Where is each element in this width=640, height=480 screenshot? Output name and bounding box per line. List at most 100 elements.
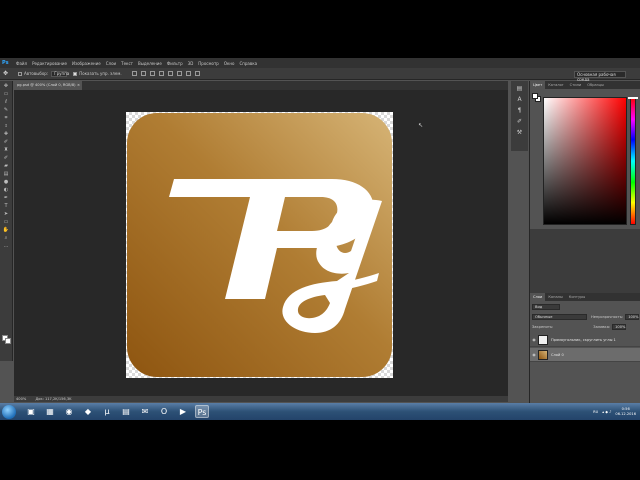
align-top-icon[interactable] <box>131 71 137 76</box>
menu-image[interactable]: Изображение <box>72 61 101 66</box>
folder-icon[interactable]: ▤ <box>119 405 133 418</box>
media-icon[interactable]: ▶ <box>176 405 190 418</box>
opacity-value[interactable]: 100% <box>625 314 640 320</box>
menu-bar: Ps Файл Редактирование Изображение Слои … <box>0 58 640 68</box>
stamp-tool-icon[interactable]: ♜ <box>3 147 10 153</box>
document-canvas[interactable] <box>126 112 393 378</box>
chrome-icon[interactable]: ◉ <box>62 405 76 418</box>
pg-monogram-graphic <box>169 179 382 333</box>
fill-value[interactable]: 100% <box>612 324 627 330</box>
history-panel-icon[interactable]: ▤ <box>516 85 524 92</box>
tray-icons[interactable]: ▴ ◆ ♪ <box>602 410 611 414</box>
hue-slider[interactable] <box>630 97 636 225</box>
autoselect-target-select[interactable]: Группа <box>51 70 69 77</box>
eye-icon[interactable]: ◉ <box>530 337 538 342</box>
distribute-icon[interactable] <box>185 71 191 76</box>
menu-edit[interactable]: Редактирование <box>32 61 67 66</box>
transform-controls-checkbox[interactable] <box>73 71 78 76</box>
menu-3d[interactable]: 3D <box>188 61 194 66</box>
eye-icon[interactable]: ◉ <box>530 352 538 357</box>
document-tab[interactable]: pg.psd @ 400% (Слой 0, RGB/8) × <box>14 81 82 90</box>
color-panel-tabs: Цвет Каталог Стили Образцы <box>530 81 640 89</box>
layer-name: Прямоугольник, скруглить углы 1 <box>551 337 616 342</box>
brush-tool-icon[interactable]: ✐ <box>3 139 10 145</box>
menu-filter[interactable]: Фильтр <box>167 61 183 66</box>
start-button[interactable] <box>2 404 16 419</box>
menu-layers[interactable]: Слои <box>106 61 116 66</box>
language-indicator[interactable]: RU <box>593 410 598 414</box>
dodge-tool-icon[interactable]: ◐ <box>3 187 10 193</box>
distribute-h-icon[interactable] <box>194 71 200 76</box>
app-icon[interactable]: ◆ <box>81 405 95 418</box>
menu-view[interactable]: Просмотр <box>198 61 219 66</box>
blend-mode-select[interactable]: Обычные <box>532 314 587 320</box>
autoselect-checkbox[interactable] <box>18 71 22 76</box>
mouse-cursor-icon: ↖ <box>418 122 424 129</box>
close-icon[interactable]: × <box>77 81 80 90</box>
fg-bg-swatches[interactable] <box>532 93 542 103</box>
opacity-label: Непрозрачность: <box>591 315 624 319</box>
hue-slider-thumb[interactable] <box>628 97 638 99</box>
history-brush-tool-icon[interactable]: ✐ <box>3 155 10 161</box>
zoom-tool-icon[interactable]: ⌕ <box>3 235 10 241</box>
eraser-tool-icon[interactable]: ▰ <box>3 163 10 169</box>
tab-layers[interactable]: Слои <box>530 293 546 301</box>
background-color-swatch[interactable] <box>5 338 11 344</box>
workspace-select[interactable]: Основная рабочая среда <box>574 71 626 82</box>
hand-tool-icon[interactable]: ✋ <box>3 227 10 233</box>
lasso-tool-icon[interactable]: ℓ <box>3 99 10 105</box>
align-vcenter-icon[interactable] <box>140 71 146 76</box>
menu-window[interactable]: Окно <box>224 61 235 66</box>
healing-tool-icon[interactable]: ✚ <box>3 131 10 137</box>
properties-panel-icon[interactable]: A <box>516 96 524 103</box>
tab-color[interactable]: Цвет <box>530 81 546 89</box>
tool-presets-panel-icon[interactable]: ⚒ <box>516 129 524 136</box>
pen-tool-icon[interactable]: ✒ <box>3 195 10 201</box>
brush-panel-icon[interactable]: ✐ <box>516 118 524 125</box>
align-bottom-icon[interactable] <box>149 71 155 76</box>
move-tool-icon[interactable]: ✥ <box>3 70 12 78</box>
zoom-level[interactable]: 400% <box>16 397 26 401</box>
move-tool-icon[interactable]: ✥ <box>3 83 10 89</box>
tab-styles[interactable]: Стили <box>567 81 585 89</box>
eyedropper-tool-icon[interactable]: ɪ <box>3 123 10 129</box>
tab-paths[interactable]: Контуры <box>566 293 588 301</box>
menu-help[interactable]: Справка <box>239 61 257 66</box>
layer-filter-select[interactable]: Вид <box>532 304 560 310</box>
torrent-icon[interactable]: μ <box>100 405 114 418</box>
path-select-tool-icon[interactable]: ➤ <box>3 211 10 217</box>
clock[interactable]: 0:56 06.12.2016 <box>615 407 636 417</box>
toolbox: ✥ ▭ ℓ ✎ ⌗ ɪ ✚ ✐ ♜ ✐ ▰ ▤ ● ◐ ✒ T ➤ ▭ ✋ ⌕ … <box>0 81 13 361</box>
libraries-icon[interactable]: ▦ <box>43 405 57 418</box>
crop-tool-icon[interactable]: ⌗ <box>3 115 10 121</box>
tab-swatches[interactable]: Образцы <box>584 81 607 89</box>
menu-file[interactable]: Файл <box>16 61 27 66</box>
paragraph-panel-icon[interactable]: ¶ <box>516 107 524 114</box>
gradient-tool-icon[interactable]: ▤ <box>3 171 10 177</box>
align-hcenter-icon[interactable] <box>167 71 173 76</box>
file-explorer-icon[interactable]: ▣ <box>24 405 38 418</box>
document-tab-title: pg.psd @ 400% (Слой 0, RGB/8) <box>17 83 76 87</box>
type-tool-icon[interactable]: T <box>3 203 10 209</box>
menu-select[interactable]: Выделение <box>138 61 162 66</box>
marquee-tool-icon[interactable]: ▭ <box>3 91 10 97</box>
foreground-swatch[interactable] <box>532 93 538 99</box>
tab-channels[interactable]: Каналы <box>545 293 565 301</box>
quick-select-tool-icon[interactable]: ✎ <box>3 107 10 113</box>
layer-row[interactable]: ◉ Прямоугольник, скруглить углы 1 <box>530 333 640 347</box>
menu-text[interactable]: Текст <box>121 61 133 66</box>
chat-icon[interactable]: ✉ <box>138 405 152 418</box>
blur-tool-icon[interactable]: ● <box>3 179 10 185</box>
canvas-area[interactable] <box>14 90 508 396</box>
align-left-icon[interactable] <box>158 71 164 76</box>
more-tools-icon[interactable]: … <box>3 243 10 249</box>
tab-library[interactable]: Каталог <box>545 81 566 89</box>
color-picker-field[interactable] <box>543 97 627 225</box>
opera-icon[interactable]: O <box>157 405 171 418</box>
photoshop-taskbar-icon[interactable]: Ps <box>195 405 209 418</box>
shape-tool-icon[interactable]: ▭ <box>3 219 10 225</box>
autoselect-label: Автовыбор: <box>24 71 49 76</box>
align-right-icon[interactable] <box>176 71 182 76</box>
layer-row-selected[interactable]: ◉ Слой 0 <box>530 348 640 362</box>
app-icon-artwork <box>127 113 392 377</box>
